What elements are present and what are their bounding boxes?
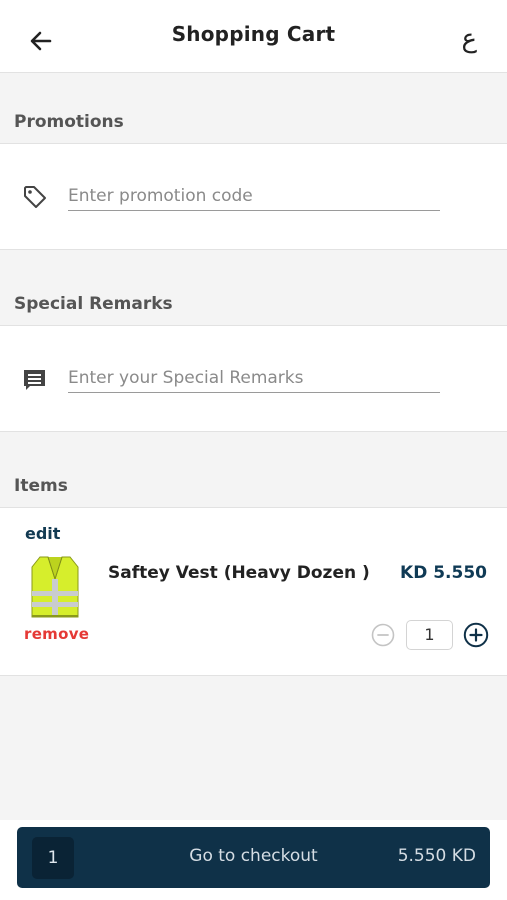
special-remarks-label: Special Remarks xyxy=(14,294,173,314)
promotions-panel xyxy=(0,143,507,250)
special-remarks-input[interactable] xyxy=(68,363,440,393)
app-header: Shopping Cart ع xyxy=(0,0,507,73)
items-label: Items xyxy=(14,476,68,496)
page-title: Shopping Cart xyxy=(171,22,336,46)
promotions-label: Promotions xyxy=(14,112,124,132)
checkout-bar: 1 Go to checkout 5.550 KD xyxy=(0,820,507,900)
item-price: KD 5.550 xyxy=(400,563,487,583)
language-toggle[interactable]: ع xyxy=(461,24,477,54)
checkout-total: 5.550 KD xyxy=(397,846,476,866)
item-name: Saftey Vest (Heavy Dozen ) xyxy=(108,563,370,583)
tag-icon xyxy=(22,184,48,214)
remove-link[interactable]: remove xyxy=(24,625,89,643)
product-image xyxy=(26,555,84,621)
promotion-code-input[interactable] xyxy=(68,181,440,211)
cart-item: edit remove Saftey Vest (Heavy Dozen ) K… xyxy=(0,507,507,676)
plus-circle-icon[interactable] xyxy=(463,622,489,648)
quantity-field[interactable]: 1 xyxy=(406,620,453,650)
minus-circle-icon[interactable] xyxy=(371,623,395,647)
remarks-panel xyxy=(0,325,507,432)
checkout-button[interactable]: 1 Go to checkout 5.550 KD xyxy=(17,827,490,888)
edit-link[interactable]: edit xyxy=(25,524,60,543)
chat-icon xyxy=(22,367,48,397)
